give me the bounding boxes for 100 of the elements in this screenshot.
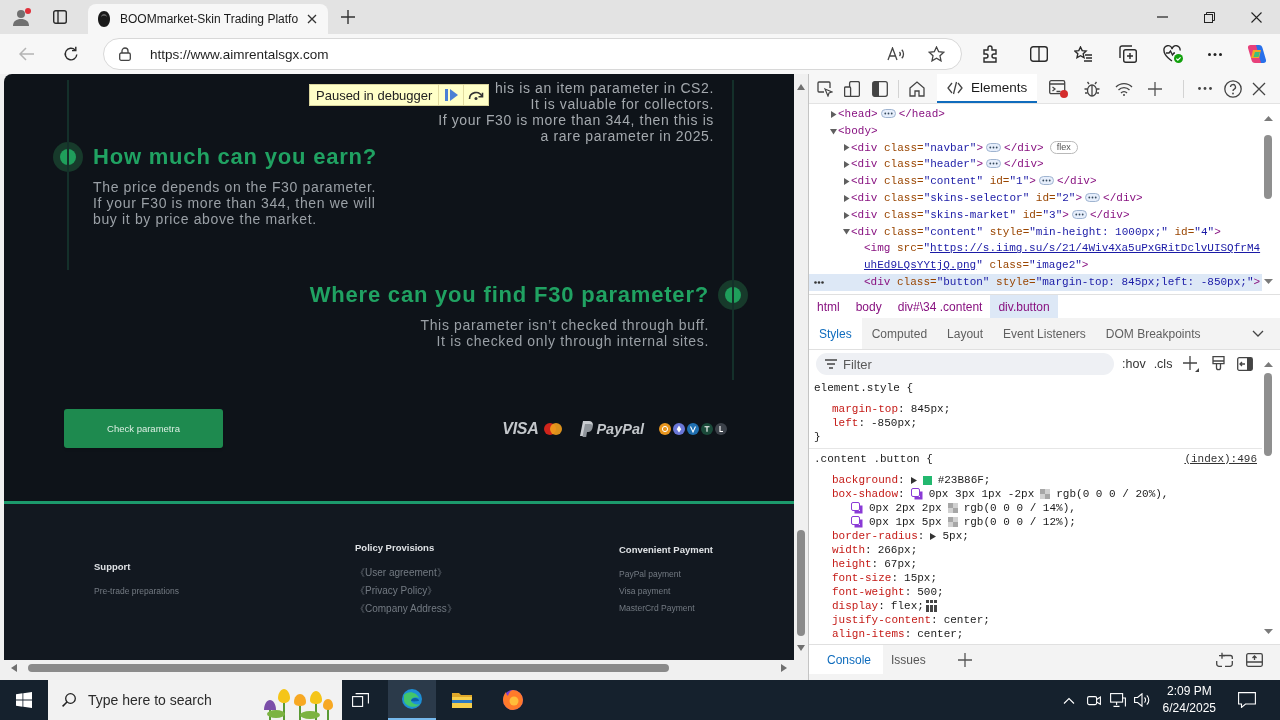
split-screen-icon[interactable] xyxy=(1030,46,1048,62)
dom-tree-node[interactable]: <body> xyxy=(809,122,1262,140)
css-property[interactable]: box-shadow: xyxy=(832,487,905,501)
dom-tree-node[interactable]: <head> </head> xyxy=(809,106,1262,123)
inspect-icon[interactable] xyxy=(817,80,833,97)
step-over-icon[interactable] xyxy=(468,90,485,100)
disclosure-triangle-icon[interactable] xyxy=(843,194,850,202)
disclosure-triangle-icon[interactable] xyxy=(843,144,850,152)
css-property[interactable]: justify-content: xyxy=(832,613,938,627)
console-icon[interactable] xyxy=(1049,79,1069,98)
css-property[interactable]: align-items: xyxy=(832,627,912,641)
devtools-tab[interactable]: Elements xyxy=(937,74,1038,103)
css-property[interactable]: height: xyxy=(832,557,879,571)
more-icon[interactable] xyxy=(1208,52,1222,56)
ellipsis-icon[interactable] xyxy=(986,159,1002,169)
bug-icon[interactable] xyxy=(1084,80,1101,97)
styles-pane-tab[interactable]: DOM Breakpoints xyxy=(1095,318,1211,349)
dom-tree-node[interactable]: <img src="https://s.iimg.su/s/21/4Wiv4Xa5uPxGRitDclvUISQfrM4uhEd9LQsYYtjQ.png" class="image2"> xyxy=(809,240,1262,274)
color-swatch-icon[interactable] xyxy=(1040,489,1051,499)
folder-icon[interactable] xyxy=(452,692,472,708)
css-value[interactable]: 0px 2px 2px xyxy=(869,501,942,515)
disclosure-triangle-icon[interactable] xyxy=(843,211,850,219)
css-value[interactable]: rgb(0 0 0 / 12%); xyxy=(963,515,1076,529)
breadcrumb-item[interactable]: body xyxy=(847,295,890,318)
ellipsis-icon[interactable] xyxy=(1038,176,1054,186)
disclosure-triangle-icon[interactable] xyxy=(843,178,850,186)
footer-link[interactable]: 《Privacy Policy》 xyxy=(355,582,438,600)
ellipsis-icon[interactable] xyxy=(986,142,1002,152)
favorites-icon[interactable] xyxy=(1074,46,1092,62)
css-value[interactable]: rgb(0 0 0 / 14%), xyxy=(963,501,1076,515)
sidebar-toggle-icon[interactable] xyxy=(1237,357,1254,371)
scrollbar-thumb[interactable] xyxy=(1264,135,1272,199)
css-value[interactable]: rgb(0 0 0 / 20%), xyxy=(1056,487,1169,501)
ellipsis-icon[interactable] xyxy=(1085,193,1101,202)
dock-bottom-icon[interactable] xyxy=(1246,652,1263,667)
css-property[interactable]: margin-top: xyxy=(832,402,905,416)
scroll-down-icon[interactable] xyxy=(1263,279,1273,284)
css-property[interactable]: left: xyxy=(832,416,865,430)
dom-tree-node[interactable]: <div class="button" style="margin-top: 845px;left: -850px;"> xyxy=(809,273,1262,291)
network-icon[interactable] xyxy=(1109,693,1126,707)
breadcrumb-item[interactable]: div#\34 .content xyxy=(889,295,991,318)
drawer-tab[interactable]: Console xyxy=(809,645,884,674)
scrollbar-thumb[interactable] xyxy=(28,664,669,672)
source-link[interactable]: (index):496 xyxy=(1184,452,1257,466)
close-icon[interactable] xyxy=(307,14,317,24)
styles-pane-tab[interactable]: Layout xyxy=(937,318,994,349)
dom-tree-node[interactable]: <div class="navbar"> </div> flex xyxy=(809,139,1262,157)
dock-side-icon[interactable] xyxy=(872,80,888,97)
browser-taskbar-button[interactable] xyxy=(388,680,436,720)
ellipsis-icon[interactable] xyxy=(880,109,896,118)
footer-link[interactable]: PayPal payment xyxy=(619,565,681,583)
clock-date[interactable]: 6/24/2025 xyxy=(1162,700,1216,717)
css-value[interactable]: 266px; xyxy=(877,543,918,557)
more-icon[interactable] xyxy=(1198,87,1212,90)
heart-icon[interactable] xyxy=(1163,45,1183,63)
css-value[interactable]: 67px; xyxy=(884,557,918,571)
css-property[interactable]: border-radius: xyxy=(832,529,925,543)
tab-actions-icon[interactable] xyxy=(53,10,67,24)
color-swatch-icon[interactable] xyxy=(947,517,958,527)
help-icon[interactable] xyxy=(1224,79,1242,98)
notification-icon[interactable] xyxy=(1238,692,1256,708)
dom-tree-node[interactable]: <div class="skins-selector" id="2"> </div> xyxy=(809,190,1262,207)
plus-icon[interactable] xyxy=(957,652,972,667)
device-icon[interactable] xyxy=(844,80,860,97)
css-property[interactable]: font-weight: xyxy=(832,585,912,599)
styles-pane-tab[interactable]: Event Listeners xyxy=(993,318,1096,349)
dom-tree-node[interactable]: <div class="header"> </div> xyxy=(809,156,1262,174)
css-value[interactable]: center; xyxy=(917,627,964,641)
scroll-left-icon[interactable] xyxy=(11,664,17,672)
disclosure-triangle-icon[interactable] xyxy=(843,228,850,236)
refresh-icon[interactable] xyxy=(63,46,79,62)
footer-link[interactable]: 《User agreement》 xyxy=(355,564,447,582)
breadcrumb-item[interactable]: html xyxy=(809,295,848,318)
ribbon-logo-icon[interactable] xyxy=(1247,44,1267,64)
css-property[interactable]: display: xyxy=(832,599,885,613)
close-icon[interactable] xyxy=(1252,81,1266,96)
dom-tree-node[interactable]: <div class="skins-market" id="3"> </div> xyxy=(809,206,1262,224)
plus-icon[interactable] xyxy=(341,10,355,24)
address-bar[interactable]: https://www.aimrentalsgx.com xyxy=(103,38,962,70)
resume-icon[interactable] xyxy=(444,89,458,101)
video-camera-icon[interactable] xyxy=(1086,694,1101,706)
drawer-tab[interactable]: Issues xyxy=(883,645,938,674)
footer-link[interactable]: 《Company Address》 xyxy=(355,600,457,618)
disclosure-triangle-icon[interactable] xyxy=(843,161,850,169)
read-aloud-icon[interactable] xyxy=(887,47,905,61)
avatar-icon[interactable] xyxy=(13,8,31,26)
css-value[interactable]: -850px; xyxy=(871,416,918,430)
plus-icon[interactable] xyxy=(1183,356,1200,372)
start-icon[interactable] xyxy=(16,692,32,708)
wifi-icon[interactable] xyxy=(1115,81,1134,96)
disclosure-triangle-icon[interactable] xyxy=(910,476,917,484)
scroll-up-icon[interactable] xyxy=(797,84,805,90)
star-icon[interactable] xyxy=(928,46,945,62)
css-value[interactable]: 15px; xyxy=(904,571,938,585)
footer-link[interactable]: MasterCrd Payment xyxy=(619,599,695,617)
scrollbar-thumb[interactable] xyxy=(1264,373,1272,456)
scroll-up-icon[interactable] xyxy=(1263,116,1273,121)
shadow-editor-icon[interactable] xyxy=(851,516,863,528)
filter-field[interactable]: Filter xyxy=(816,353,1114,375)
css-property[interactable]: font-size: xyxy=(832,571,899,585)
